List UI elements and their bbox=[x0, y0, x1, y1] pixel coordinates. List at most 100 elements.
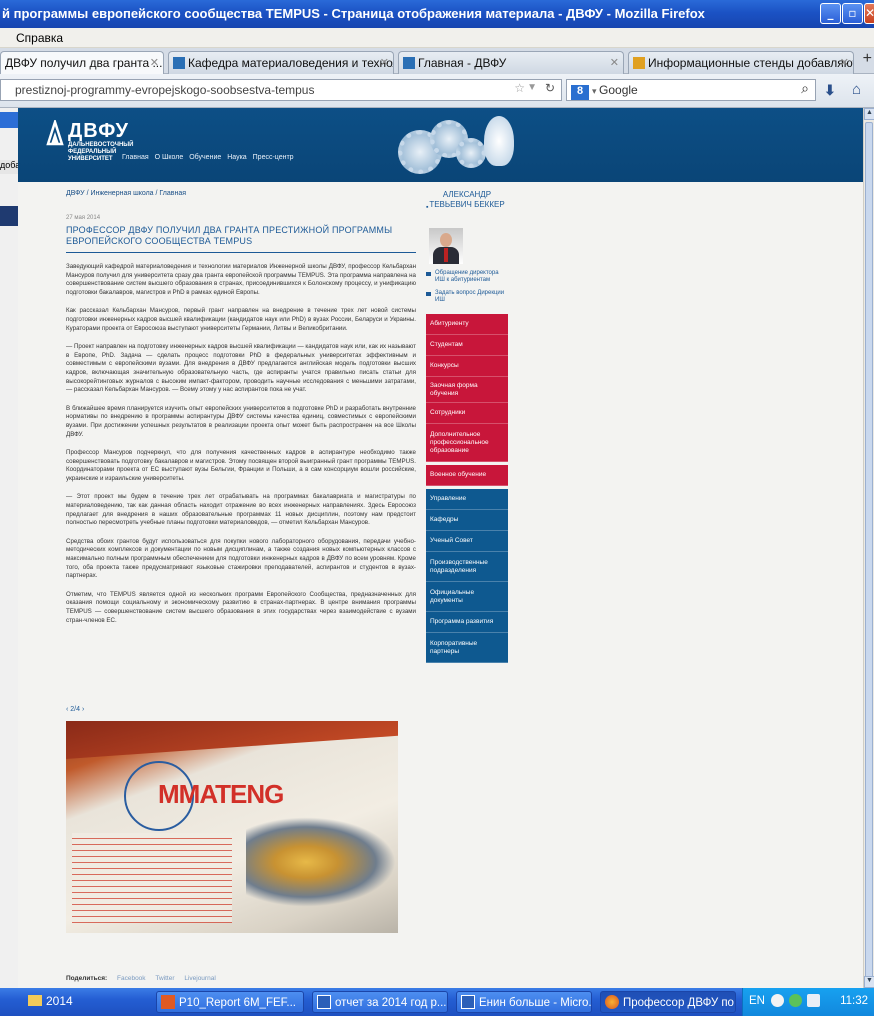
sidebar-item-applicants[interactable]: Абитуриенту bbox=[426, 314, 508, 335]
maximize-button[interactable]: ▫ bbox=[842, 3, 863, 24]
history-dropdown-icon[interactable]: ▼ bbox=[527, 82, 537, 93]
tray-network-icon[interactable] bbox=[789, 994, 802, 1007]
sidebar-item-academic-council[interactable]: Ученый Совет bbox=[426, 531, 508, 552]
tray-arrows-icon[interactable] bbox=[771, 994, 784, 1007]
reload-icon[interactable]: ↻ bbox=[545, 81, 555, 95]
site-nav: Главная О Школе Обучение Наука Пресс-цен… bbox=[122, 154, 298, 161]
article-paragraph: Средства обоих грантов будут использоват… bbox=[66, 537, 416, 580]
google-engine-icon[interactable]: 8 bbox=[571, 85, 589, 100]
taskbar-powerpoint[interactable]: P10_Report 6M_FEF... bbox=[156, 991, 304, 1013]
close-tab-icon[interactable]: ✕ bbox=[610, 56, 619, 69]
sidebar-item-additional-education[interactable]: Дополнительное профессиональное образова… bbox=[426, 424, 508, 462]
folder-icon bbox=[28, 995, 42, 1006]
tab-kafedra[interactable]: Кафедра материаловедения и технол... ✕ bbox=[168, 51, 394, 74]
bookmark-star-icon[interactable]: ☆ bbox=[514, 81, 525, 95]
background-window-edge: доба bbox=[0, 108, 18, 988]
director-address-link[interactable]: Обращение директора ИШ к абитуриентам bbox=[426, 270, 508, 284]
close-tab-icon[interactable]: ✕ bbox=[840, 56, 849, 69]
scroll-up-icon[interactable]: ▲ bbox=[864, 108, 874, 120]
navigation-bar: prestiznoj-programmy-evropejskogo-soobse… bbox=[0, 74, 874, 108]
sidebar-item-official-documents[interactable]: Официальные документы bbox=[426, 582, 508, 612]
share-facebook[interactable]: Facebook bbox=[117, 975, 146, 982]
powerpoint-icon bbox=[161, 995, 175, 1009]
sidebar-item-contests[interactable]: Конкурсы bbox=[426, 356, 508, 377]
sidebar-item-management[interactable]: Управление bbox=[426, 486, 508, 510]
person-bullet-icon: ▪ bbox=[426, 204, 429, 211]
vertical-scrollbar[interactable]: ▲ ▼ bbox=[863, 108, 874, 988]
tab-dvfu-grant[interactable]: ДВФУ получил два гранта ... ✕ bbox=[0, 51, 164, 74]
article: ДВФУ / Инженерная школа / Главная 27 мая… bbox=[66, 190, 416, 625]
site-nav-item[interactable]: Обучение bbox=[189, 154, 221, 161]
site-header: ДВФУ ДАЛЬНЕВОСТОЧНЫЙ ФЕДЕРАЛЬНЫЙ УНИВЕРС… bbox=[18, 108, 863, 182]
site-nav-item[interactable]: Наука bbox=[227, 154, 246, 161]
article-paragraph: Заведующий кафедрой материаловедения и т… bbox=[66, 263, 416, 296]
tab-main-dvfu[interactable]: Главная - ДВФУ ✕ bbox=[398, 51, 624, 74]
site-nav-item[interactable]: О Школе bbox=[155, 154, 184, 161]
search-placeholder: Google bbox=[599, 83, 638, 97]
new-tab-icon[interactable]: + bbox=[863, 50, 872, 68]
close-button[interactable]: ✕ bbox=[864, 3, 874, 24]
taskbar-firefox[interactable]: Профессор ДВФУ по... bbox=[600, 991, 736, 1013]
window-title: й программы европейского сообщества TEMP… bbox=[2, 6, 705, 21]
sidebar-item-military[interactable]: Военное обучение bbox=[426, 462, 508, 486]
close-tab-icon[interactable]: ✕ bbox=[150, 56, 159, 69]
close-tab-icon[interactable]: ✕ bbox=[380, 56, 389, 69]
tab-bar: ДВФУ получил два гранта ... ✕ Кафедра ма… bbox=[0, 48, 874, 74]
minimize-button[interactable]: _ bbox=[820, 3, 841, 24]
logo-name: ДВФУ bbox=[68, 120, 129, 142]
photo-map bbox=[246, 817, 396, 907]
system-tray: EN 11:32 bbox=[742, 988, 874, 1016]
taskbar-word-report[interactable]: отчет за 2014 год р... bbox=[312, 991, 448, 1013]
scroll-thumb[interactable] bbox=[865, 122, 873, 984]
search-icon[interactable]: ⌕ bbox=[801, 80, 809, 97]
taskbar-word-enin[interactable]: Енин больше - Micro... bbox=[456, 991, 592, 1013]
background-window-block bbox=[0, 206, 18, 226]
article-headline: ПРОФЕССОР ДВФУ ПОЛУЧИЛ ДВА ГРАНТА ПРЕСТИ… bbox=[66, 225, 416, 253]
taskbar-folder-button[interactable]: 2014 bbox=[22, 992, 79, 1012]
sidebar: АЛЕКСАНДР ТЕВЬЕВИЧ БЕККЕР ▪ Обращение ди… bbox=[426, 190, 508, 663]
engine-dropdown-icon[interactable]: ▾ bbox=[592, 86, 599, 96]
menu-bar: Справка bbox=[0, 28, 874, 48]
site-nav-item[interactable]: Главная bbox=[122, 154, 149, 161]
sidebar-item-departments[interactable]: Кафедры bbox=[426, 510, 508, 531]
tray-monitor-icon[interactable] bbox=[807, 994, 820, 1007]
photo-tie bbox=[444, 248, 448, 262]
sidebar-item-production-units[interactable]: Производственные подразделения bbox=[426, 552, 508, 582]
gallery-pager[interactable]: ‹ 2/4 › bbox=[66, 706, 84, 713]
search-box[interactable]: 8 ▾ Google ⌕ bbox=[566, 79, 816, 101]
menu-help[interactable]: Справка bbox=[16, 31, 63, 45]
header-gear-graphic bbox=[456, 138, 486, 168]
sidebar-item-students[interactable]: Студентам bbox=[426, 335, 508, 356]
url-text: prestiznoj-programmy-evropejskogo-soobse… bbox=[15, 83, 315, 97]
url-bar[interactable]: prestiznoj-programmy-evropejskogo-soobse… bbox=[0, 79, 562, 101]
article-paragraph: Отметим, что TEMPUS является одной из не… bbox=[66, 590, 416, 624]
article-photo[interactable]: MMATENG bbox=[66, 721, 398, 933]
site-favicon-icon bbox=[173, 57, 185, 69]
share-twitter[interactable]: Twitter bbox=[155, 975, 174, 982]
language-indicator[interactable]: EN bbox=[749, 995, 765, 1007]
sidebar-item-partners[interactable]: Корпоративные партнеры bbox=[426, 633, 508, 663]
article-paragraph: Как рассказал Кельбархан Мансуров, первы… bbox=[66, 307, 416, 332]
clock: 11:32 bbox=[840, 995, 868, 1007]
article-paragraph: — Этот проект мы будем в течение трех ле… bbox=[66, 493, 416, 527]
sidebar-item-development-program[interactable]: Программа развития bbox=[426, 612, 508, 633]
photo-head bbox=[440, 233, 452, 247]
sidebar-item-staff[interactable]: Сотрудники bbox=[426, 403, 508, 424]
sidebar-item-distance-learning[interactable]: Заочная форма обучения bbox=[426, 377, 508, 403]
director-name[interactable]: АЛЕКСАНДР ТЕВЬЕВИЧ БЕККЕР bbox=[426, 190, 508, 210]
site-nav-item[interactable]: Пресс-центр bbox=[253, 154, 294, 161]
ask-question-link[interactable]: Задать вопрос Дирекции ИШ bbox=[426, 290, 508, 304]
window-titlebar: й программы европейского сообщества TEMP… bbox=[0, 0, 874, 28]
header-bulb-graphic bbox=[484, 116, 514, 166]
word-icon bbox=[461, 995, 475, 1009]
sidebar-menu: Абитуриенту Студентам Конкурсы Заочная ф… bbox=[426, 314, 508, 663]
scroll-down-icon[interactable]: ▼ bbox=[864, 976, 874, 988]
article-paragraph: Профессор Мансуров подчеркнул, что для п… bbox=[66, 449, 416, 482]
share-livejournal[interactable]: Livejournal bbox=[184, 975, 215, 982]
tab-info-stands[interactable]: Информационные стенды добавляют ... ✕ bbox=[628, 51, 854, 74]
background-window-bar bbox=[0, 112, 18, 128]
photo-text-block bbox=[72, 833, 232, 923]
breadcrumb[interactable]: ДВФУ / Инженерная школа / Главная bbox=[66, 190, 416, 197]
download-icon[interactable]: ⬇ bbox=[824, 82, 836, 99]
home-icon[interactable]: ⌂ bbox=[852, 81, 861, 98]
